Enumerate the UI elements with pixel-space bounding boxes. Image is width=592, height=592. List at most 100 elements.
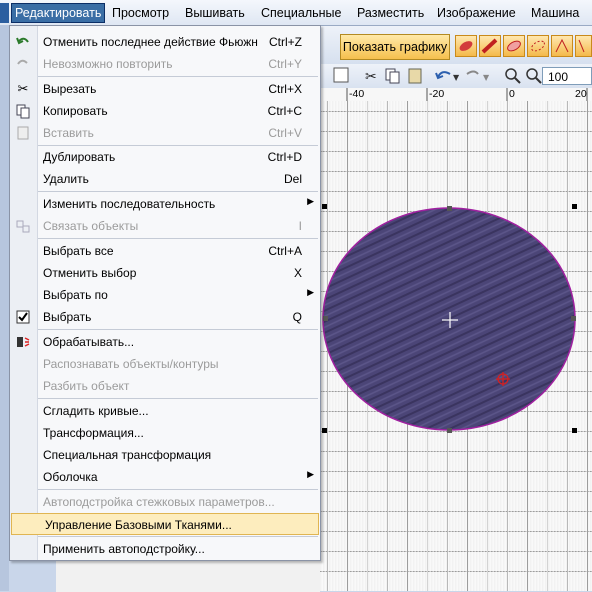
copy-icon bbox=[15, 103, 31, 119]
zoom-input[interactable]: 100 bbox=[542, 67, 592, 85]
svg-text:▼: ▼ bbox=[483, 73, 490, 82]
undo-icon bbox=[15, 34, 31, 50]
menu-item-shortcut: I bbox=[298, 219, 302, 233]
process-icon bbox=[15, 334, 31, 350]
left-toolbar bbox=[0, 25, 9, 591]
menu-item-label: Копировать bbox=[43, 104, 108, 118]
satin-tool-icon[interactable] bbox=[479, 35, 501, 57]
menu-item-shortcut: Ctrl+X bbox=[268, 82, 302, 96]
menu-separator bbox=[38, 191, 318, 192]
menu-item-label: Применить автоподстройку... bbox=[43, 542, 205, 556]
menu-item-manage-base-fabrics[interactable]: Управление Базовыми Тканями... bbox=[11, 513, 319, 535]
menu-machine[interactable]: Машина bbox=[531, 4, 579, 22]
svg-text:✂: ✂ bbox=[365, 69, 377, 85]
menu-bar-edge bbox=[0, 3, 9, 23]
menu-item-shortcut: Ctrl+D bbox=[267, 150, 302, 164]
menu-item-paste: Вставить Ctrl+V bbox=[10, 122, 320, 144]
menu-item-delete[interactable]: Удалить Del bbox=[10, 168, 320, 190]
menu-item-change-sequence[interactable]: Изменить последовательность ▶ bbox=[10, 193, 320, 215]
menu-item-special-transform[interactable]: Специальная трансформация bbox=[10, 444, 320, 466]
menu-item-label: Оболочка bbox=[43, 470, 98, 484]
menu-item-shortcut: Q bbox=[292, 310, 302, 324]
menu-item-label: Невозможно повторить bbox=[43, 57, 173, 71]
menu-edit[interactable]: Редактировать bbox=[11, 3, 106, 23]
menu-item-deselect[interactable]: Отменить выбор X bbox=[10, 262, 320, 284]
running-stitch-icon[interactable] bbox=[527, 35, 549, 57]
menu-item-label: Отменить последнее действие Фьюжн bbox=[43, 35, 258, 49]
menu-item-label: Выбрать по bbox=[43, 288, 108, 302]
embroidery-ellipse[interactable] bbox=[322, 207, 576, 431]
fill-tool-icon[interactable] bbox=[455, 35, 477, 57]
menu-item-label: Автоподстройка стежковых параметров... bbox=[43, 495, 275, 509]
ruler-label: -40 bbox=[349, 88, 365, 100]
paste-icon bbox=[15, 125, 31, 141]
menu-item-select-all[interactable]: Выбрать все Ctrl+A bbox=[10, 240, 320, 262]
menu-item-label: Распознавать объекты/контуры bbox=[43, 357, 219, 371]
menu-item-label: Разбить объект bbox=[43, 379, 130, 393]
horizontal-ruler: -40 -20 0 20 bbox=[320, 88, 592, 102]
menu-item-transform[interactable]: Трансформация... bbox=[10, 422, 320, 444]
menu-item-shortcut: Ctrl+Y bbox=[268, 57, 302, 71]
path-tool-icon[interactable] bbox=[575, 35, 592, 57]
menu-item-shortcut: X bbox=[293, 266, 302, 280]
menu-item-redo: Невозможно повторить Ctrl+Y bbox=[10, 53, 320, 75]
menu-separator bbox=[38, 398, 318, 399]
menu-item-label: Вырезать bbox=[43, 82, 97, 96]
menu-embroider[interactable]: Вышивать bbox=[185, 4, 245, 22]
ruler-label: -20 bbox=[429, 88, 445, 100]
menu-item-select-by[interactable]: Выбрать по ▶ bbox=[10, 284, 320, 306]
menu-item-select[interactable]: Выбрать Q bbox=[10, 306, 320, 328]
svg-text:▼: ▼ bbox=[453, 73, 460, 82]
show-graphics-button[interactable]: Показать графику bbox=[340, 34, 450, 60]
menu-arrange[interactable]: Разместить bbox=[357, 4, 424, 22]
menu-item-label: Вставить bbox=[43, 126, 94, 140]
menu-special[interactable]: Специальные bbox=[261, 4, 342, 22]
menu-item-cut[interactable]: ✂ Вырезать Ctrl+X bbox=[10, 78, 320, 100]
submenu-arrow-icon: ▶ bbox=[307, 469, 314, 479]
menu-item-label: Дублировать bbox=[43, 150, 116, 164]
menu-item-process[interactable]: Обрабатывать... bbox=[10, 331, 320, 353]
menu-item-label: Сгладить кривые... bbox=[43, 404, 149, 418]
menu-item-label: Специальная трансформация bbox=[43, 448, 212, 462]
menu-item-envelope[interactable]: Оболочка ▶ bbox=[10, 466, 320, 488]
menu-item-shortcut: Del bbox=[283, 172, 302, 186]
menu-item-apply-auto-adjust[interactable]: Применить автоподстройку... bbox=[10, 538, 320, 560]
submenu-arrow-icon: ▶ bbox=[307, 196, 314, 206]
menu-separator bbox=[38, 76, 318, 77]
menu-item-copy[interactable]: Копировать Ctrl+C bbox=[10, 100, 320, 122]
outline-tool-icon[interactable] bbox=[503, 35, 525, 57]
menu-item-undo[interactable]: Отменить последнее действие Фьюжн Ctrl+Z bbox=[10, 31, 320, 53]
menu-item-smooth-curves[interactable]: Сгладить кривые... bbox=[10, 400, 320, 422]
menu-bar: Редактировать Просмотр Вышивать Специаль… bbox=[0, 0, 592, 26]
menu-item-break-object: Разбить объект bbox=[10, 375, 320, 397]
menu-item-label: Управление Базовыми Тканями... bbox=[45, 518, 232, 532]
left-ruler-area bbox=[56, 560, 320, 592]
menu-item-label: Отменить выбор bbox=[43, 266, 137, 280]
checkbox-icon bbox=[15, 309, 31, 325]
link-objects-icon bbox=[15, 218, 31, 234]
menu-item-label: Удалить bbox=[43, 172, 89, 186]
menu-item-label: Изменить последовательность bbox=[43, 197, 216, 211]
menu-item-recognize-objects: Распознавать объекты/контуры bbox=[10, 353, 320, 375]
menu-separator bbox=[38, 489, 318, 490]
node-tool-icon[interactable] bbox=[551, 35, 573, 57]
menu-item-duplicate[interactable]: Дублировать Ctrl+D bbox=[10, 146, 320, 168]
menu-separator bbox=[38, 329, 318, 330]
menu-item-shortcut: Ctrl+A bbox=[268, 244, 302, 258]
menu-item-label: Трансформация... bbox=[43, 426, 144, 440]
menu-separator bbox=[38, 536, 318, 537]
menu-item-label: Связать объекты bbox=[43, 219, 139, 233]
submenu-arrow-icon: ▶ bbox=[307, 287, 314, 297]
menu-item-label: Выбрать все bbox=[43, 244, 114, 258]
menu-item-label: Обрабатывать... bbox=[43, 335, 135, 349]
menu-image[interactable]: Изображение bbox=[437, 4, 516, 22]
menu-item-shortcut: Ctrl+C bbox=[267, 104, 302, 118]
redo-icon bbox=[15, 56, 31, 72]
menu-item-label: Выбрать bbox=[43, 310, 92, 324]
scissors-icon: ✂ bbox=[17, 81, 29, 96]
menu-view[interactable]: Просмотр bbox=[112, 4, 169, 22]
ruler-label: 20 bbox=[575, 88, 587, 100]
design-canvas[interactable] bbox=[320, 101, 592, 591]
menu-item-link-objects: Связать объекты I bbox=[10, 215, 320, 237]
menu-item-shortcut: Ctrl+V bbox=[268, 126, 302, 140]
